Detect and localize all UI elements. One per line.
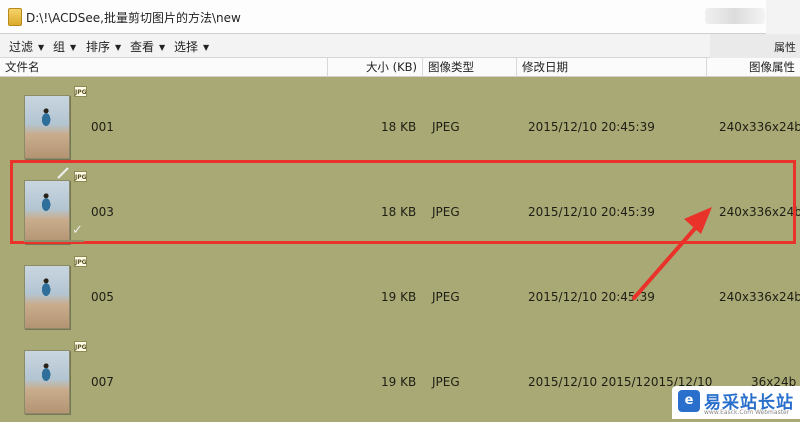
view-label: 查看 bbox=[130, 40, 155, 54]
column-filename[interactable]: 文件名 bbox=[0, 58, 327, 77]
select-label: 选择 bbox=[174, 40, 199, 54]
address-bar[interactable]: D:\!\ACDSee,批量剪切图片的方法\new bbox=[0, 0, 800, 34]
blurred-area bbox=[705, 8, 765, 24]
group-label: 组 bbox=[53, 40, 66, 54]
folder-icon bbox=[8, 8, 22, 26]
chevron-down-icon: ▼ bbox=[203, 43, 210, 52]
sort-menu-button[interactable]: 排序 ▼ bbox=[86, 38, 121, 55]
image-thumbnail[interactable] bbox=[24, 350, 70, 414]
file-type: JPEG bbox=[432, 290, 460, 304]
jpg-badge-icon: JPG bbox=[74, 341, 87, 352]
file-attributes: 240x336x24b bbox=[719, 290, 800, 304]
column-modified[interactable]: 修改日期 bbox=[516, 58, 706, 77]
file-row[interactable]: JPG 001 18 KB JPEG 2015/12/10 20:45:39 2… bbox=[0, 82, 800, 167]
file-date: 2015/12/10 20:45:39 bbox=[528, 120, 655, 134]
chevron-down-icon: ▼ bbox=[38, 43, 45, 52]
chevron-down-icon: ▼ bbox=[70, 43, 77, 52]
watermark-logo: e bbox=[678, 390, 700, 412]
column-size[interactable]: 大小 (KB) bbox=[327, 58, 422, 77]
properties-pane-tab[interactable]: 属性 bbox=[710, 34, 800, 58]
file-type: JPEG bbox=[432, 120, 460, 134]
select-menu-button[interactable]: 选择 ▼ bbox=[174, 38, 209, 55]
sort-label: 排序 bbox=[86, 40, 111, 54]
file-size: 19 KB bbox=[381, 290, 417, 304]
toolbar: 过滤 ▼ 组 ▼ 排序 ▼ 查看 ▼ 选择 ▼ 属性 bbox=[0, 34, 800, 58]
folder-path[interactable]: D:\!\ACDSee,批量剪切图片的方法\new bbox=[26, 9, 241, 26]
jpg-badge-icon: JPG bbox=[74, 86, 87, 97]
jpg-badge-icon: JPG bbox=[74, 256, 87, 267]
file-name: 005 bbox=[91, 290, 114, 304]
filter-menu-button[interactable]: 过滤 ▼ bbox=[9, 38, 44, 55]
checkmark-icon: ✓ bbox=[72, 223, 83, 238]
properties-label: 属性 bbox=[774, 41, 796, 54]
file-name: 001 bbox=[91, 120, 114, 134]
pencil-icon bbox=[57, 167, 69, 179]
file-size: 18 KB bbox=[381, 120, 417, 134]
file-size: 19 KB bbox=[381, 375, 417, 389]
file-date: 2015/12/10 20:45:39 bbox=[528, 290, 655, 304]
column-type[interactable]: 图像类型 bbox=[422, 58, 516, 77]
image-thumbnail[interactable] bbox=[24, 95, 70, 159]
chevron-down-icon: ▼ bbox=[159, 43, 166, 52]
column-attributes[interactable]: 图像属性 bbox=[706, 58, 800, 77]
selection-underline bbox=[24, 240, 84, 242]
file-name: 007 bbox=[91, 375, 114, 389]
file-type: JPEG bbox=[432, 375, 460, 389]
column-header: 文件名 大小 (KB) 图像类型 修改日期 图像属性 bbox=[0, 58, 800, 77]
watermark: e 易采站长站 www.Easck.Com Webmaster bbox=[672, 386, 800, 419]
watermark-url: www.Easck.Com Webmaster bbox=[704, 409, 790, 416]
filter-label: 过滤 bbox=[9, 40, 34, 54]
file-row[interactable]: JPG 005 19 KB JPEG 2015/12/10 20:45:39 2… bbox=[0, 252, 800, 337]
file-attributes: 240x336x24b bbox=[719, 120, 800, 134]
view-menu-button[interactable]: 查看 ▼ bbox=[130, 38, 165, 55]
pathbar-edge bbox=[766, 0, 800, 34]
group-menu-button[interactable]: 组 ▼ bbox=[53, 38, 76, 55]
image-thumbnail[interactable] bbox=[24, 265, 70, 329]
chevron-down-icon: ▼ bbox=[115, 43, 122, 52]
selection-highlight-frame bbox=[10, 160, 796, 244]
